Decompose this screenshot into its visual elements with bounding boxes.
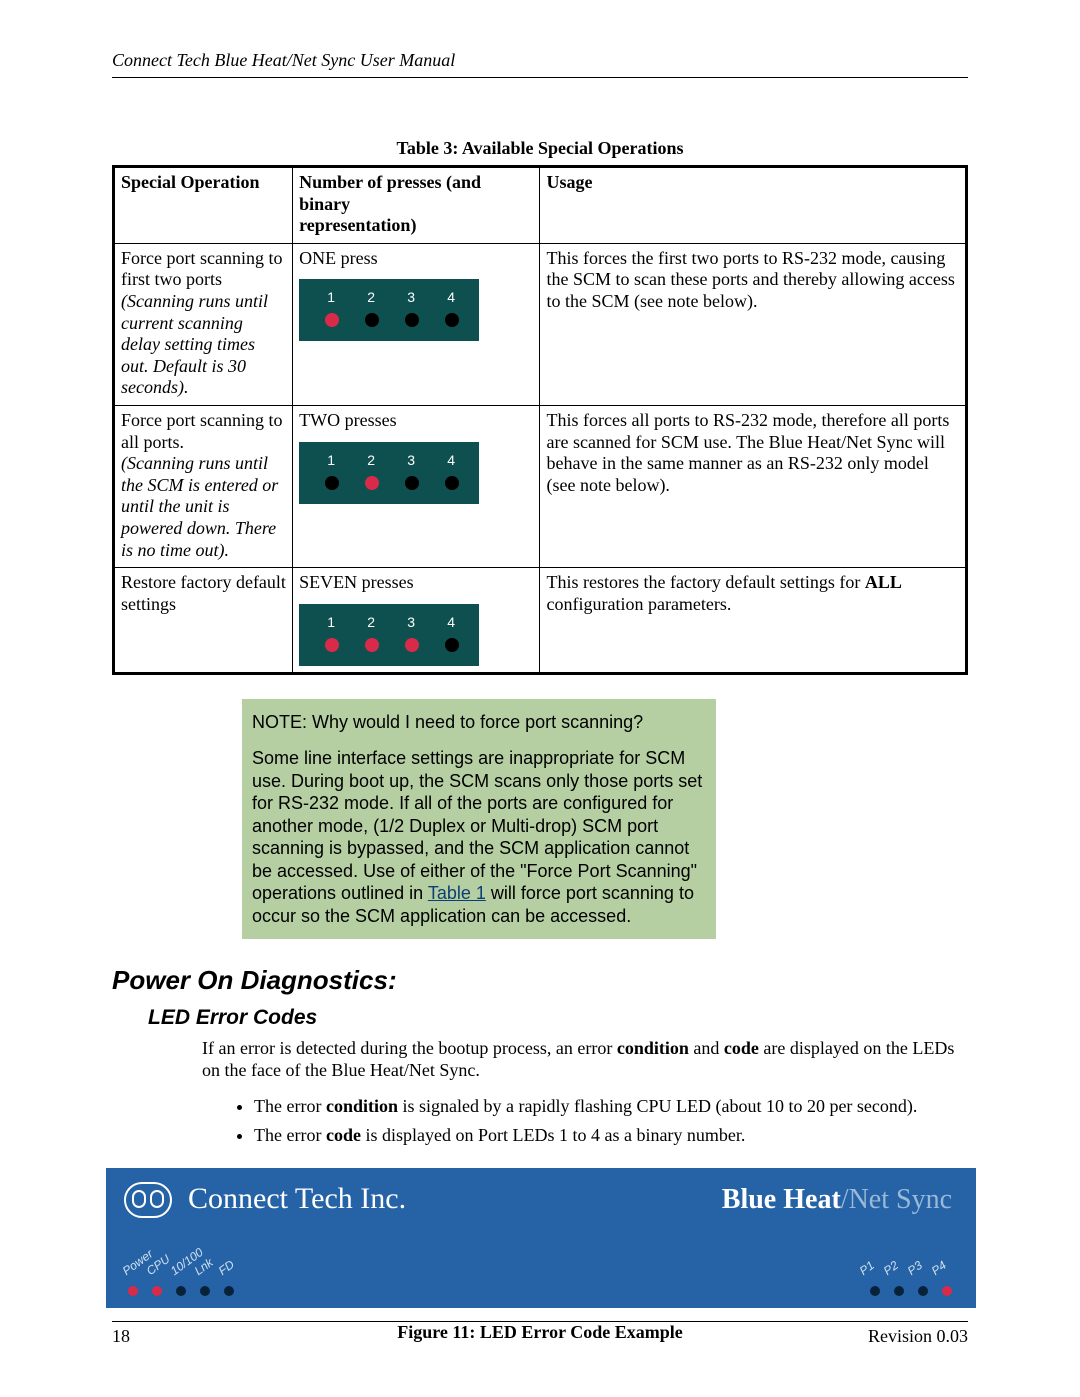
table-row: Force port scanning to first two ports (… — [114, 243, 967, 405]
list-item: The error condition is signaled by a rap… — [254, 1095, 968, 1118]
led-diagram: 1 2 3 4 — [299, 442, 479, 504]
page: Connect Tech Blue Heat/Net Sync User Man… — [0, 0, 1080, 1397]
table-row: Force port scanning to all ports. (Scann… — [114, 405, 967, 567]
table-header: Special Operation — [114, 167, 293, 244]
led-diagram: 1 2 3 4 — [299, 279, 479, 341]
running-header: Connect Tech Blue Heat/Net Sync User Man… — [112, 50, 968, 78]
page-number: 18 — [112, 1326, 130, 1347]
product-panel: Connect Tech Inc. Blue Heat/Net Sync Pow… — [106, 1168, 976, 1308]
product-name: Blue Heat/Net Sync — [722, 1184, 952, 1216]
bullet-list: The error condition is signaled by a rap… — [228, 1095, 968, 1146]
company-logo-icon — [124, 1182, 172, 1218]
page-footer: 18 Revision 0.03 — [112, 1321, 968, 1347]
subsection-heading: LED Error Codes — [148, 1006, 968, 1030]
table-header: Usage — [540, 167, 967, 244]
table-row: Restore factory default settings SEVEN p… — [114, 568, 967, 674]
revision: Revision 0.03 — [868, 1326, 968, 1347]
table-header: Number of presses (and binary representa… — [293, 167, 540, 244]
led-diagram: 1 2 3 4 — [299, 604, 479, 666]
section-heading: Power On Diagnostics: — [112, 965, 968, 996]
note-box: NOTE: Why would I need to force port sca… — [242, 699, 716, 940]
note-title: NOTE: Why would I need to force port sca… — [252, 711, 706, 734]
list-item: The error code is displayed on Port LEDs… — [254, 1124, 968, 1147]
company-name: Connect Tech Inc. — [188, 1182, 406, 1216]
table-caption: Table 3: Available Special Operations — [112, 138, 968, 159]
special-operations-table: Special Operation Number of presses (and… — [112, 165, 968, 675]
note-link[interactable]: Table 1 — [428, 883, 486, 903]
body-paragraph: If an error is detected during the bootu… — [202, 1038, 968, 1081]
